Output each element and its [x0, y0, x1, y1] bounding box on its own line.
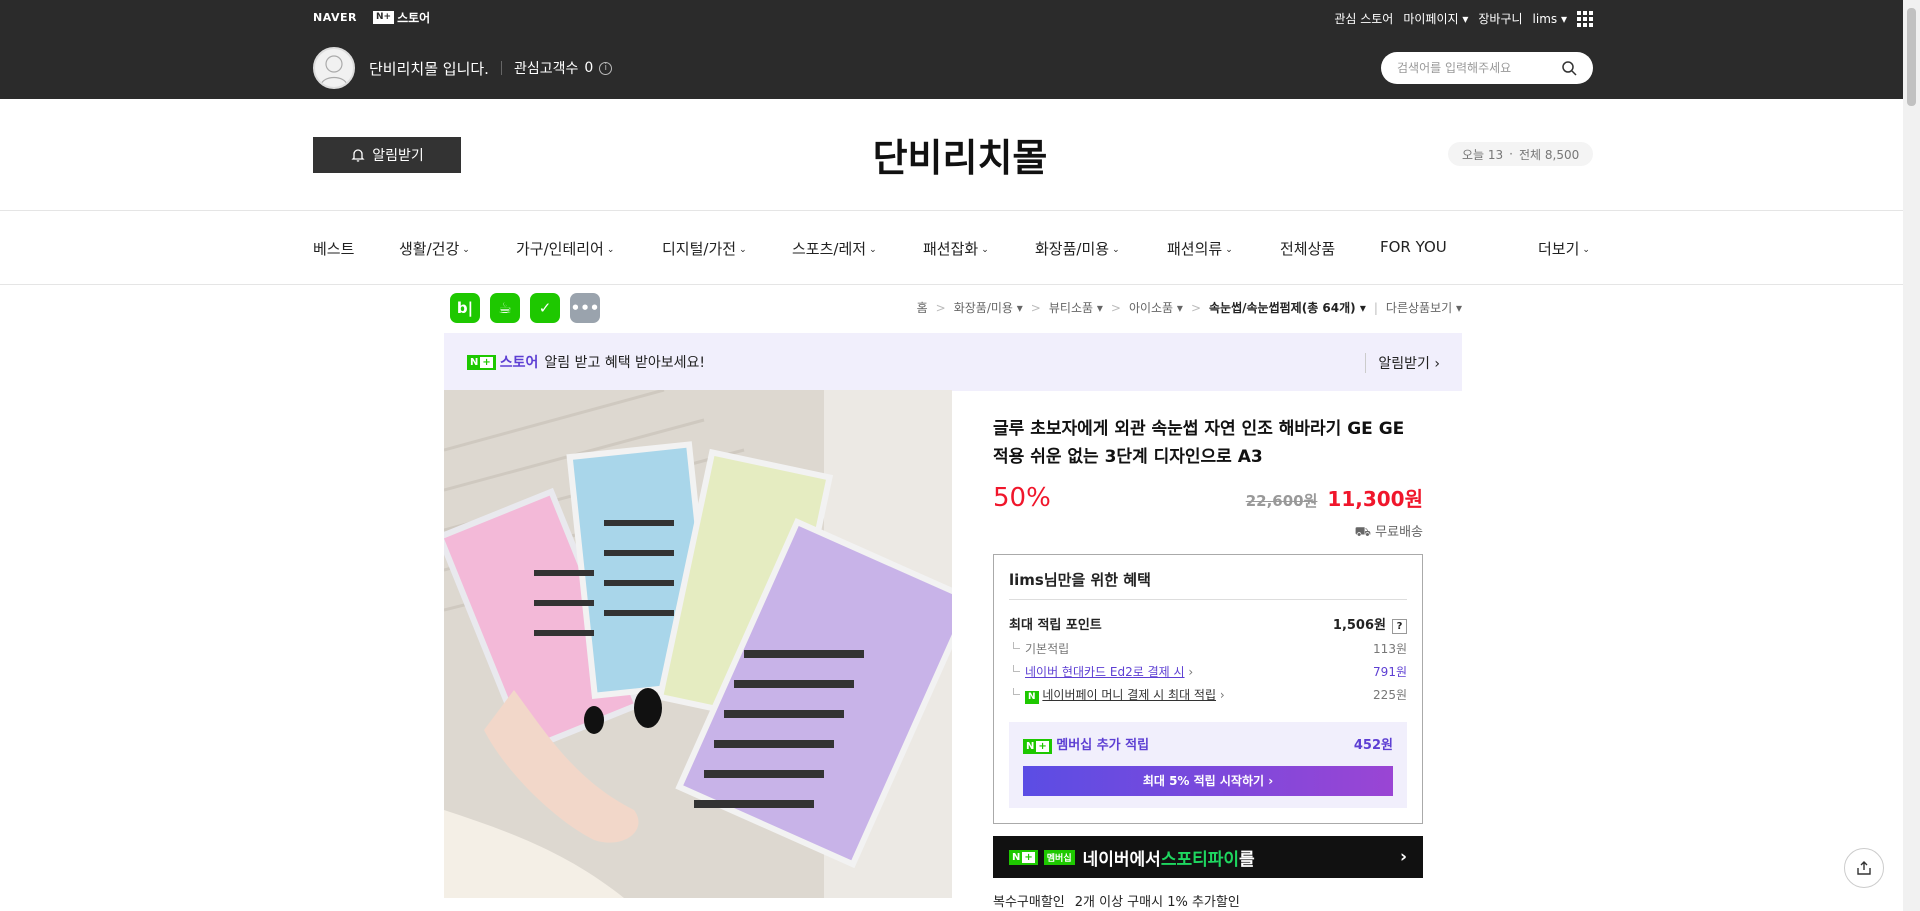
membership-start-button[interactable]: 최대 5% 적립 시작하기 ›: [1023, 765, 1393, 796]
naver-logo[interactable]: NAVER: [313, 11, 357, 24]
benefit-row-card: 네이버 현대카드 Ed2로 결제 시 › 791원: [1009, 663, 1407, 680]
original-price: 22,600원: [1245, 492, 1318, 510]
price-row: 50% 22,600원 11,300원: [993, 483, 1423, 513]
share-icon: [1857, 861, 1871, 875]
nav-digital[interactable]: 디지털/가전 ⌄: [662, 238, 747, 259]
chevron-down-icon: ⌄: [462, 245, 470, 255]
blog-share-icon[interactable]: b|: [450, 293, 480, 323]
cafe-share-icon[interactable]: ☕: [490, 293, 520, 323]
visitor-today: 오늘 13: [1462, 147, 1504, 162]
visitor-total: 전체 8,500: [1519, 147, 1580, 162]
nav-fashion-clothing[interactable]: 패션의류 ⌄: [1167, 238, 1233, 259]
visitor-count: 오늘 13 · 전체 8,500: [1448, 142, 1594, 166]
search-input[interactable]: [1397, 61, 1561, 75]
nav-best[interactable]: 베스트: [313, 238, 354, 259]
nav-cosmetics[interactable]: 화장품/미용 ⌄: [1035, 238, 1120, 259]
nplus-membership-icon: N +: [1023, 738, 1052, 754]
promo-banner: N + 스토어 알림 받고 혜택 받아보세요! 알림받기 ›: [444, 333, 1462, 391]
nav-furniture[interactable]: 가구/인테리어 ⌄: [516, 238, 614, 259]
nav-living-health[interactable]: 생활/건강 ⌄: [399, 238, 470, 259]
search-icon[interactable]: [1561, 60, 1577, 76]
nplus-membership-badge: N +: [1009, 849, 1038, 865]
chevron-down-icon: ⌄: [739, 245, 747, 255]
breadcrumb-current[interactable]: 속눈썹/속눈썹펌제(총 64개) ▾: [1209, 299, 1366, 316]
benefit-box: lims님만을 위한 혜택 최대 적립 포인트 1,506원? 기본적립 113원…: [993, 554, 1423, 824]
chevron-down-icon: ⌄: [606, 245, 615, 255]
category-nav: 베스트 생활/건강 ⌄ 가구/인테리어 ⌄ 디지털/가전 ⌄ 스포츠/레저 ⌄ 패션잡화…: [0, 211, 1920, 285]
product-title: 글루 초보자에게 외관 속눈썹 자연 인조 해바라기 GE GE 적용 쉬운 없…: [993, 419, 1405, 467]
nav-fashion-goods[interactable]: 패션잡화 ⌄: [923, 238, 989, 259]
floating-share-button[interactable]: [1844, 848, 1884, 888]
store-avatar[interactable]: [313, 47, 355, 89]
gnb-link-mypage[interactable]: 마이페이지 ▾: [1403, 10, 1468, 27]
promo-text: 알림 받고 혜택 받아보세요!: [544, 355, 706, 371]
nplus-store-logo[interactable]: N+ 스토어: [372, 9, 431, 26]
store-info: 단비리치몰 입니다. 관심고객수 0 i: [313, 47, 613, 89]
benefit-row-basic: 기본적립 113원: [1009, 640, 1407, 657]
fav-customer-count: 관심고객수 0 i: [514, 58, 613, 78]
chevron-down-icon: ⌄: [1112, 245, 1120, 255]
chevron-down-icon: ⌄: [981, 245, 989, 255]
max-point-row: 최대 적립 포인트 1,506원?: [1009, 614, 1407, 634]
nav-for-you[interactable]: FOR YOU: [1380, 238, 1447, 256]
nplus-store-promo-logo: N + 스토어: [467, 352, 538, 372]
discount-rate: 50%: [993, 483, 1051, 513]
more-share-icon[interactable]: •••: [570, 293, 600, 323]
breadcrumb-cat1[interactable]: 화장품/미용 ▾: [954, 299, 1023, 316]
spotify-banner[interactable]: N + 멤버십 네이버에서 스포티파이 를 ›: [993, 836, 1423, 878]
membership-box: N + 멤버십 추가 적립 452원 최대 5% 적립 시작하기 ›: [1009, 721, 1407, 808]
breadcrumb-home[interactable]: 홈: [917, 299, 928, 316]
breadcrumb-cat3[interactable]: 아이소품 ▾: [1129, 299, 1183, 316]
nplus-badge-icon: N +: [467, 354, 496, 370]
other-products-link[interactable]: 다른상품보기 ▾: [1386, 299, 1462, 316]
nav-sports[interactable]: 스포츠/레저 ⌄: [792, 238, 877, 259]
search-box: [1381, 52, 1593, 84]
truck-icon: ⛟: [1354, 525, 1372, 540]
npay-benefit-link[interactable]: 네이버페이 머니 결제 시 최대 적립: [1042, 688, 1216, 702]
gnb-link-cart[interactable]: 장바구니: [1478, 10, 1522, 27]
divider: [500, 61, 502, 75]
gnb-link-fav-store[interactable]: 관심 스토어: [1334, 10, 1393, 27]
nav-all-products[interactable]: 전체상품: [1280, 238, 1335, 259]
gnb-right: 관심 스토어 마이페이지 ▾ 장바구니 lims ▾: [1334, 10, 1593, 27]
npay-icon: N: [1025, 690, 1039, 704]
chevron-down-icon: ⌄: [1225, 245, 1233, 255]
product-image[interactable]: [444, 390, 952, 898]
chevron-down-icon: ⌄: [869, 245, 877, 255]
gnb-left: NAVER N+ 스토어: [313, 9, 430, 26]
store-header: 알림받기 단비리치몰 오늘 13 · 전체 8,500: [0, 99, 1920, 211]
product-detail: 글루 초보자에게 외관 속눈썹 자연 인조 해바라기 GE GE 적용 쉬운 없…: [993, 415, 1423, 824]
benefit-row-npay: N 네이버페이 머니 결제 시 최대 적립 › 225원: [1009, 686, 1407, 704]
nplus-badge: N+: [372, 11, 395, 24]
card-benefit-link[interactable]: 네이버 현대카드 Ed2로 결제 시: [1025, 665, 1185, 679]
bookmark-share-icon[interactable]: ✓: [530, 293, 560, 323]
shipping-info: ⛟ 무료배송: [1354, 525, 1423, 540]
info-icon[interactable]: i: [599, 61, 613, 75]
sale-price: 11,300원: [1327, 487, 1423, 511]
breadcrumb: 홈 > 화장품/미용 ▾ > 뷰티소품 ▾ > 아이소품 ▾ > 속눈썹/속눈썹펌제(총…: [916, 299, 1462, 316]
store-title[interactable]: 단비리치몰: [0, 127, 1920, 182]
dot-separator: ·: [1509, 147, 1513, 161]
promo-alarm-link[interactable]: 알림받기 ›: [1365, 353, 1440, 373]
breadcrumb-cat2[interactable]: 뷰티소품 ▾: [1049, 299, 1103, 316]
benefit-title: lims님만을 위한 혜택: [1009, 569, 1407, 600]
nplus-store-label: 스토어: [397, 11, 431, 25]
gnb-link-user[interactable]: lims ▾: [1533, 12, 1567, 26]
bulk-discount: 복수구매할인 2개 이상 구매시 1% 추가할인: [993, 895, 1240, 910]
share-icons: b| ☕ ✓ •••: [450, 293, 600, 323]
nav-more[interactable]: 더보기 ⌄: [1538, 238, 1590, 259]
scrollbar-thumb[interactable]: [1907, 8, 1916, 106]
help-icon[interactable]: ?: [1392, 619, 1407, 634]
apps-grid-icon[interactable]: [1577, 10, 1593, 27]
store-name[interactable]: 단비리치몰 입니다.: [369, 58, 489, 79]
page-scrollbar[interactable]: [1903, 0, 1920, 911]
top-bar: NAVER N+ 스토어 관심 스토어 마이페이지 ▾ 장바구니 lims ▾ …: [0, 0, 1920, 99]
chevron-down-icon: ⌄: [1582, 245, 1590, 255]
chevron-right-icon: ›: [1399, 847, 1407, 867]
